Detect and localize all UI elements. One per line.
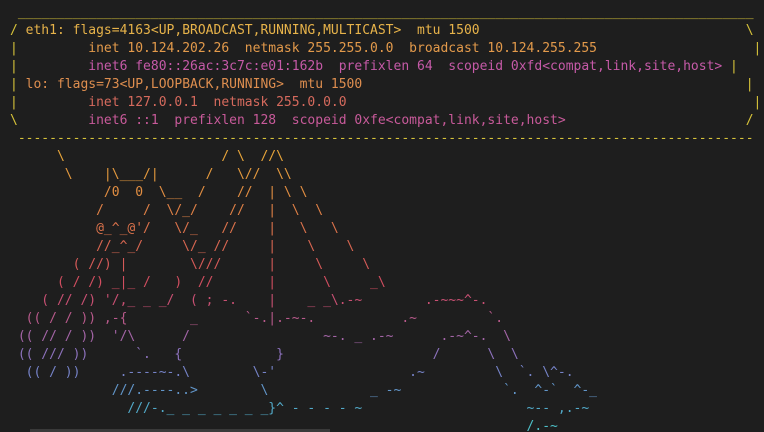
speech-bubble-line-lo: | lo: flags=73<UP,LOOPBACK,RUNNING> mtu … <box>10 77 754 92</box>
terminal-output: ________________________________________… <box>10 4 761 432</box>
art-line: ///.----..> \ _ -~ `. ^-` ^-_ <box>10 383 597 398</box>
speech-bubble-line-lo-inet: | inet 127.0.0.1 netmask 255.0.0.0 | <box>10 95 762 110</box>
art-line: //_^_/ \/_ // | \ \ <box>10 239 355 254</box>
art-line: \ / \ //\ <box>10 149 284 164</box>
speech-bubble-bottom-border: ----------------------------------------… <box>10 131 754 146</box>
art-line: (( // / )) '/\ / ~-. _ .-~ .-~^-. \ <box>10 329 511 344</box>
speech-bubble-line-eth1-inet: | inet 10.124.202.26 netmask 255.255.0.0… <box>10 41 762 56</box>
art-line: ( //) | \/// | \ \ <box>10 257 371 272</box>
art-line: \ |\___/| / \// \\ <box>10 167 292 182</box>
speech-bubble-line-eth1: / eth1: flags=4163<UP,BROADCAST,RUNNING,… <box>10 23 754 38</box>
speech-bubble-line-eth1-inet6: | inet6 fe80::26ac:3c7c:e01:162b prefixl… <box>10 59 738 74</box>
terminal-window[interactable]: ________________________________________… <box>0 0 764 432</box>
speech-bubble-top-border: ________________________________________… <box>10 5 754 20</box>
art-line: / / \/_/ // | \ \ <box>10 203 324 218</box>
art-line: (( /// )) `. { } / \ \ <box>10 347 519 362</box>
art-line: @_^_@'/ \/_ // | \ \ <box>10 221 339 236</box>
dragon-ascii-art: \ / \ //\ \ |\___/| / \// \\ /0 0 \__ / … <box>10 148 761 432</box>
art-line: ( / /) _|_ / ) // | \ _\ <box>10 275 386 290</box>
speech-bubble-line-lo-inet6: \ inet6 ::1 prefixlen 128 scopeid 0xfe<c… <box>10 113 754 128</box>
art-line: ///-._ _ _ _ _ _ _}^ - - - - ~ ~-- ,.-~ <box>10 401 590 416</box>
art-line: /0 0 \__ / // | \ \ <box>10 185 308 200</box>
art-line: (( / )) .----~-.\ \-' .~ \ `. \^-. <box>10 365 574 380</box>
art-line: (( / / )) ,-{ _ `-.|.-~-. .~ `. <box>10 311 504 326</box>
art-line: ( // /) '/,_ _ _/ ( ; -. | _ _\.-~ .-~~~… <box>10 293 488 308</box>
